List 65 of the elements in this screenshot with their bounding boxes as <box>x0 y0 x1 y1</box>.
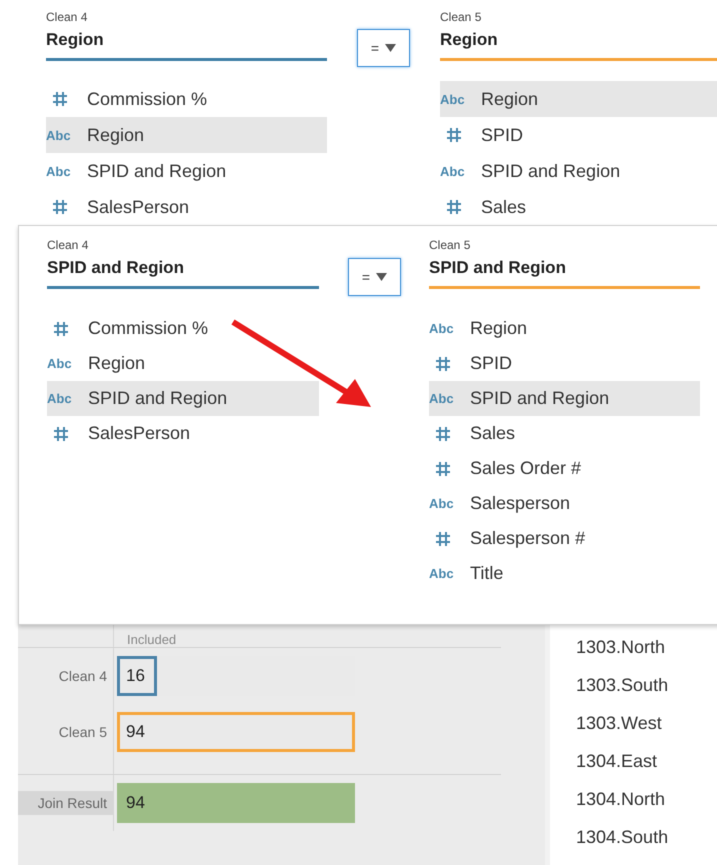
hash-icon <box>52 199 68 215</box>
string-type-icon: Abc <box>46 164 71 178</box>
count-bar: 94 <box>117 712 355 752</box>
value-item: 1304.South <box>576 827 670 849</box>
hash-icon <box>435 460 451 476</box>
source-name: Clean 4 <box>46 10 88 26</box>
field-list-item[interactable]: Sales <box>429 416 700 451</box>
value-item: 1303.South <box>576 675 670 697</box>
source-name: Clean 5 <box>440 10 482 26</box>
value-item: 1303.North <box>576 637 666 659</box>
string-type-icon: Abc <box>440 164 465 178</box>
field-list-item[interactable]: Abc SPID and Region <box>429 381 700 416</box>
count-bar: 94 <box>117 783 355 823</box>
field-list-item[interactable]: SPID <box>429 346 700 381</box>
row-label: Clean 4 <box>58 667 108 686</box>
field-list-item[interactable]: Abc SPID and Region <box>47 381 319 416</box>
string-type-icon: Abc <box>46 128 71 142</box>
hash-icon <box>52 91 68 107</box>
string-type-icon: Abc <box>429 496 454 511</box>
field-list-item[interactable]: Commission % <box>47 311 319 346</box>
value-item: 1304.North <box>576 789 666 811</box>
string-type-icon: Abc <box>440 92 465 106</box>
field-list-item[interactable]: SPID <box>440 117 717 153</box>
field-list-item[interactable]: Sales Order # <box>429 451 700 486</box>
value-item: 1304.East <box>576 751 658 773</box>
row-label: Join Result <box>18 791 113 815</box>
field-list-item[interactable]: SalesPerson <box>46 189 327 225</box>
source-name: Clean 4 <box>47 238 90 254</box>
field-list-item[interactable]: Abc Title <box>429 556 700 591</box>
string-type-icon: Abc <box>429 321 454 336</box>
field-list-item[interactable]: Abc SPID and Region <box>46 153 327 189</box>
field-list-item[interactable]: Sales <box>440 189 717 225</box>
string-type-icon: Abc <box>47 356 72 371</box>
field-list-item[interactable]: SalesPerson <box>47 416 319 451</box>
string-type-icon: Abc <box>47 391 72 406</box>
value-item: 1303.West <box>576 713 663 735</box>
field-list-item[interactable]: Abc Region <box>440 81 717 117</box>
join-field-name: Region <box>440 26 717 61</box>
string-type-icon: Abc <box>429 566 454 581</box>
source-name: Clean 5 <box>429 238 472 254</box>
hash-icon <box>446 199 462 215</box>
field-list-item[interactable]: Abc SPID and Region <box>440 153 717 189</box>
caret-icon <box>385 44 396 52</box>
field-list-item[interactable]: Abc Region <box>429 311 700 346</box>
field-list-item[interactable]: Commission % <box>46 81 327 117</box>
join-field-name: Region <box>46 26 327 61</box>
field-list-item[interactable]: Abc Salesperson <box>429 486 700 521</box>
field-list-item[interactable]: Salesperson # <box>429 521 700 556</box>
column-header: Included <box>126 632 176 647</box>
hash-icon <box>435 356 451 372</box>
hash-icon <box>435 530 451 546</box>
field-list-item[interactable]: Abc Region <box>46 117 327 153</box>
operator-dropdown[interactable]: = <box>357 29 410 67</box>
join-field-name: SPID and Region <box>47 254 319 289</box>
count-bar: 16 <box>117 656 158 696</box>
hash-icon <box>53 426 69 442</box>
caret-icon <box>376 273 388 281</box>
hash-icon <box>435 426 451 442</box>
row-label: Clean 5 <box>58 723 108 742</box>
operator-dropdown[interactable]: = <box>348 258 401 296</box>
hash-icon <box>53 320 69 336</box>
hash-icon <box>446 127 462 143</box>
join-field-name: SPID and Region <box>429 254 700 289</box>
string-type-icon: Abc <box>429 391 454 406</box>
field-list-item[interactable]: Abc Region <box>47 346 319 381</box>
